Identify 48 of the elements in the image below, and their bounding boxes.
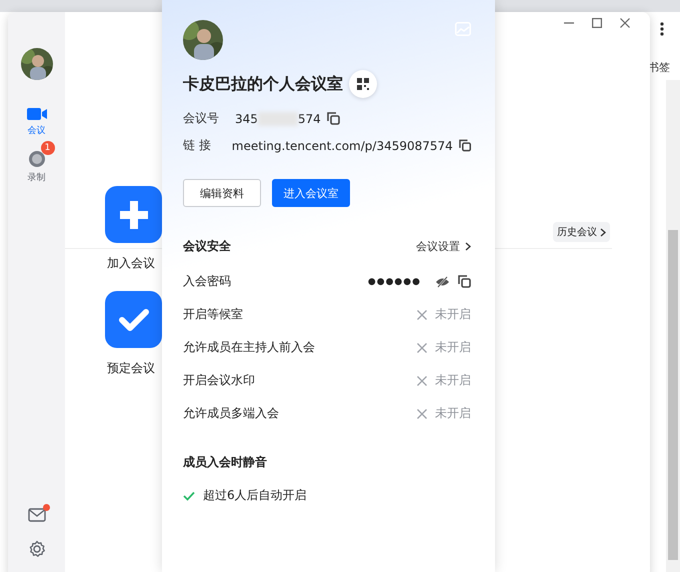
meeting-id-start: 345	[235, 112, 258, 126]
option-status: 未开启	[435, 405, 471, 422]
video-camera-icon	[26, 107, 46, 121]
option-label: 开启等候室	[183, 306, 244, 323]
copy-icon[interactable]	[458, 139, 471, 152]
notification-badge: 1	[40, 141, 54, 155]
link-label: 链 接	[183, 137, 212, 154]
hidden-eye-icon[interactable]	[435, 276, 450, 288]
enter-room-button[interactable]: 进入会议室	[272, 179, 350, 207]
qr-code-icon	[357, 78, 369, 90]
scrollbar[interactable]	[666, 80, 680, 572]
schedule-meeting-button[interactable]	[105, 291, 162, 348]
option-status: 未开启	[435, 372, 471, 389]
check-icon	[118, 308, 148, 332]
maximize-icon[interactable]	[592, 18, 602, 28]
join-meeting-button[interactable]	[105, 186, 162, 243]
edit-profile-button[interactable]: 编辑资料	[183, 179, 261, 207]
copy-icon[interactable]	[458, 275, 471, 288]
copy-icon[interactable]	[326, 112, 340, 125]
meeting-id-label: 会议号	[183, 110, 220, 127]
option-label: 入会密码	[183, 273, 232, 290]
history-meetings-button[interactable]: 历史会议	[553, 222, 610, 242]
plus-icon	[120, 200, 148, 228]
option-label: 允许成员在主持人前入会	[183, 339, 316, 356]
more-icon[interactable]	[660, 22, 664, 36]
option-label: 允许成员多端入会	[183, 405, 280, 422]
mail-icon[interactable]	[28, 508, 46, 522]
chevron-right-icon	[600, 228, 606, 236]
option-status: 未开启	[435, 306, 471, 323]
action-label: 预定会议	[107, 360, 155, 377]
meeting-id-end: 574	[298, 112, 321, 126]
room-title: 卡皮巴拉的个人会议室	[183, 74, 343, 94]
option-label: 开启会议水印	[183, 372, 256, 389]
redaction-blur	[258, 112, 298, 126]
chevron-right-icon	[465, 242, 471, 251]
section-title: 成员入会时静音	[183, 454, 267, 471]
record-icon	[28, 150, 46, 168]
action-label: 加入会议	[107, 255, 155, 272]
sidebar-item[interactable]: 会议	[16, 98, 56, 137]
password-value: ●●●●●●	[368, 276, 421, 286]
qr-code-button[interactable]	[349, 70, 377, 98]
option-label: 超过6人后自动开启	[203, 487, 307, 504]
settings-icon[interactable]	[28, 540, 46, 558]
option-status: 未开启	[435, 339, 471, 356]
section-title: 会议安全	[183, 238, 231, 255]
sidebar-item[interactable]: 录制 1	[18, 141, 56, 184]
meeting-settings-link[interactable]: 会议设置	[416, 239, 471, 254]
close-icon[interactable]	[620, 18, 630, 28]
